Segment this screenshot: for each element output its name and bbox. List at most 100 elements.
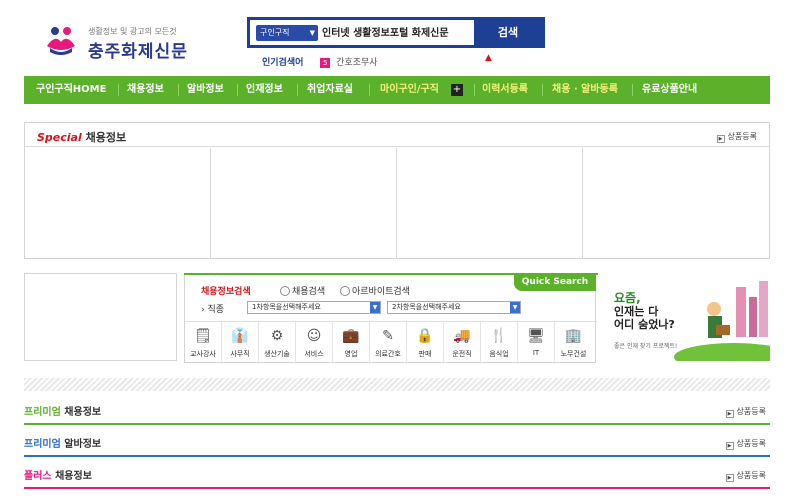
job-search-panel: Quick Search 채용정보검색 채용검색 아르바이트검색 › 직종 1차… [184,273,598,364]
popular-keyword-link[interactable]: 간호조무사 [336,58,377,68]
category-label: › 직종 [201,305,225,315]
special-register-link[interactable]: ▶ 상품등록 [716,131,757,143]
category-dropdown-1[interactable]: 1차항목을선택해주세요 ▼ [247,301,381,314]
fork-knife-icon: 🍴 [490,328,508,344]
category-medical[interactable]: ✎ 의료간호 [370,322,407,364]
nav-item-jobs[interactable]: 채용정보 [127,76,164,104]
nav-item-resources[interactable]: 취업자료실 [307,76,353,104]
special-slot[interactable] [211,148,397,259]
section-register-link[interactable]: ▶ 상품등록 [725,406,766,418]
category-construction[interactable]: 🏢 노무건설 [555,322,592,364]
nav-separator [178,84,179,96]
special-slot[interactable] [583,148,769,259]
left-ad-box [24,273,177,361]
chevron-down-icon: ▼ [309,29,315,37]
category-service[interactable]: ☺ 서비스 [296,322,333,364]
chevron-down-icon: ▼ [510,302,520,313]
search-input[interactable]: 인터넷 생활정보포털 화제신문 [322,24,472,42]
special-slot[interactable] [397,148,583,259]
nav-item-home[interactable]: 구인구직HOME [36,76,106,104]
nav-separator [474,84,475,96]
nav-separator [632,84,633,96]
quick-search-tab[interactable]: Quick Search [514,273,596,291]
board-icon: 🗒 [194,328,212,344]
section-premium-jobs: 프리미엄 채용정보 ▶ 상품등록 [24,401,770,425]
arrow-right-icon: ▶ [716,135,725,143]
category-sales[interactable]: 💼 영업 [333,322,370,364]
logo-tagline: 생활정보 및 광고의 모든것 [88,27,177,36]
section-register-link[interactable]: ▶ 상품등록 [725,438,766,450]
section-underline [24,423,770,425]
banner-line2: 인재는 다 어디 숨었나? [614,305,675,331]
syringe-icon: ✎ [382,328,394,344]
search-category-select[interactable]: 구인구직 ▼ [256,25,318,41]
nav-item-my[interactable]: 마이구인/구직 [380,76,439,104]
special-slot[interactable] [25,148,211,259]
popular-rank-badge: 5 [320,57,331,68]
logo-name: 충주화제신문 [88,42,188,62]
nav-separator [369,84,370,96]
section-register-link[interactable]: ▶ 상품등록 [725,470,766,482]
job-search-title: 채용정보검색 [201,287,251,297]
bag-icon: 🔒 [416,328,434,344]
briefcase-icon: 💼 [342,328,360,344]
category-teacher[interactable]: 🗒 교사강사 [185,322,222,364]
rank-up-icon: ▲ [485,53,492,63]
building-icon: 🏢 [564,328,583,344]
truck-icon: 🚚 [453,328,471,344]
category-icons: 🗒 교사강사 👔 사무직 ⚙ 생산기술 ☺ 서비스 💼 영업 ✎ 의료간호 🔒 판매 🚚 운전직… [185,321,597,364]
site-logo[interactable]: 생활정보 및 광고의 모든것 충주화제신문 [44,22,204,62]
arrow-right-icon: ▶ [725,442,734,450]
nav-separator [297,84,298,96]
banner-line1: 요즘, [614,291,641,305]
popular-keywords: 인기검색어 5 간호조무사 [262,55,378,68]
chevron-down-icon: ▼ [370,302,380,313]
radio-alba-search[interactable]: 아르바이트검색 [340,284,410,297]
search-category-value: 구인구직 [260,28,290,37]
nav-item-talent[interactable]: 인재정보 [246,76,283,104]
plus-icon[interactable]: + [451,84,463,96]
people-icon: ☺ [306,328,322,344]
nav-separator [542,84,543,96]
radio-circle-icon [280,286,290,296]
office-icon: 👔 [231,328,249,344]
search-box: 구인구직 ▼ 인터넷 생활정보포털 화제신문 검색 [247,17,545,48]
category-retail[interactable]: 🔒 판매 [407,322,444,364]
gear-icon: ⚙ [270,328,284,344]
section-underline [24,487,770,489]
popular-label: 인기검색어 [262,58,304,68]
section-plus-jobs: 플러스 채용정보 ▶ 상품등록 [24,465,770,489]
category-dropdown-2[interactable]: 2차항목을선택해주세요 ▼ [387,301,521,314]
special-header: Special 채용정보 ▶ 상품등록 [25,123,769,147]
section-title[interactable]: 플러스 채용정보 [24,467,92,482]
category-driver[interactable]: 🚚 운전직 [444,322,481,364]
banner-line4: 좋은 인재 찾기 프로젝트! [614,343,678,350]
section-premium-alba: 프리미엄 알바정보 ▶ 상품등록 [24,433,770,457]
special-jobs-panel: Special 채용정보 ▶ 상품등록 [24,122,770,259]
page: 생활정보 및 광고의 모든것 충주화제신문 구인구직 ▼ 인터넷 생활정보포털 … [0,0,800,500]
radio-job-search[interactable]: 채용검색 [280,284,325,297]
section-title[interactable]: 프리미엄 알바정보 [24,435,101,450]
nav-separator [237,84,238,96]
monitor-icon: 🖥 [527,328,545,344]
category-it[interactable]: 🖥 IT [518,322,555,364]
special-title: Special 채용정보 [37,131,127,144]
logo-emblem-icon [47,27,75,55]
category-production[interactable]: ⚙ 생산기술 [259,322,296,364]
nav-item-resume[interactable]: 이력서등록 [482,76,528,104]
category-office[interactable]: 👔 사무직 [222,322,259,364]
talent-banner[interactable]: 요즘, 인재는 다 어디 숨었나? 좋은 인재 찾기 프로젝트! [604,273,770,361]
radio-circle-icon [340,286,350,296]
section-underline [24,455,770,457]
arrow-right-icon: ▶ [725,474,734,482]
search-button[interactable]: 검색 [474,20,542,45]
nav-item-alba[interactable]: 알바정보 [187,76,224,104]
section-title[interactable]: 프리미엄 채용정보 [24,403,101,418]
category-food[interactable]: 🍴 음식업 [481,322,518,364]
hatch-divider [24,378,770,391]
nav-item-paid[interactable]: 유료상품안내 [642,76,697,104]
main-nav: 구인구직HOME 채용정보 알바정보 인재정보 취업자료실 마이구인/구직 + … [24,76,770,104]
arrow-right-icon: ▶ [725,410,734,418]
nav-separator [118,84,119,96]
nav-item-post[interactable]: 채용 · 알바등록 [552,76,618,104]
